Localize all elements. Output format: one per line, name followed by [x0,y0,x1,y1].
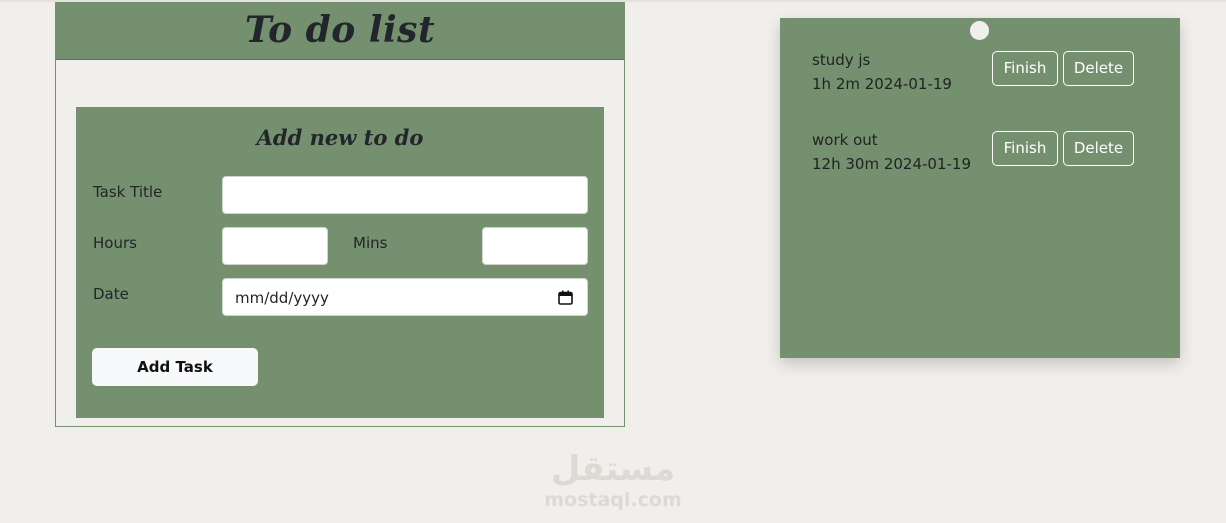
mins-label: Mins [353,234,388,252]
hours-input[interactable] [222,227,328,265]
watermark-latin: mostaql.com [544,489,682,511]
task-item: work out 12h 30m 2024-01-19 Finish Delet… [812,130,1152,178]
task-meta: 12h 30m 2024-01-19 [812,155,972,173]
delete-button[interactable]: Delete [1063,131,1134,166]
date-label: Date [93,285,129,303]
form-heading: Add new to do [256,125,424,150]
date-input[interactable]: mm/dd/yyyy [222,278,588,316]
watermark-logo: مستقل mostaql.com [540,448,686,514]
finish-button[interactable]: Finish [992,131,1058,166]
calendar-icon[interactable] [558,290,573,305]
hours-label: Hours [93,234,137,252]
date-placeholder: mm/dd/yyyy [235,289,329,307]
add-todo-card: Add new to do Task Title Hours Mins Date… [76,107,604,418]
task-list-panel: study js 1h 2m 2024-01-19 Finish Delete … [780,18,1180,358]
finish-button[interactable]: Finish [992,51,1058,86]
pin-dot [970,21,989,40]
task-meta: 1h 2m 2024-01-19 [812,75,952,93]
task-title-input[interactable] [222,176,588,214]
todo-form-panel: To do list Add new to do Task Title Hour… [55,2,625,427]
task-title-label: Task Title [93,183,163,201]
task-title: work out [812,131,878,149]
add-task-button[interactable]: Add Task [92,348,258,386]
task-title: study js [812,51,871,69]
page-title: To do list [244,9,436,51]
mins-input[interactable] [482,227,588,265]
title-bar: To do list [56,3,624,60]
watermark-arabic: مستقل [550,449,676,489]
task-item: study js 1h 2m 2024-01-19 Finish Delete [812,50,1152,98]
delete-button[interactable]: Delete [1063,51,1134,86]
